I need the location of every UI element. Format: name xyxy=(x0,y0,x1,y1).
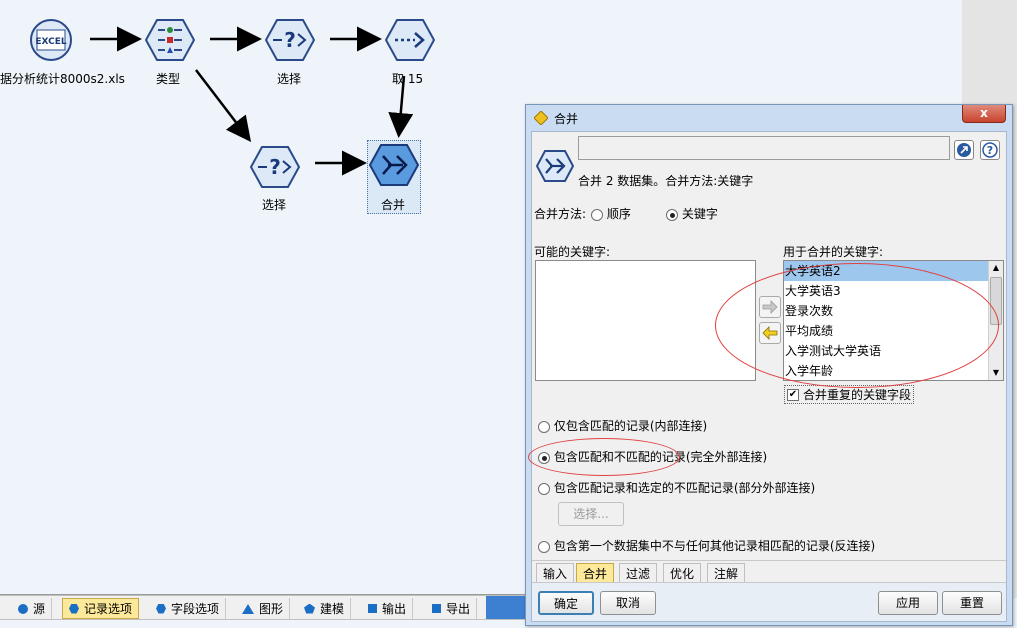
palette-tab-field-ops[interactable]: 字段选项 xyxy=(150,598,227,619)
tab-annotations[interactable]: 注解 xyxy=(707,563,746,583)
type-icon xyxy=(144,19,196,61)
palette-scroll-area xyxy=(486,596,526,619)
scroll-thumb[interactable] xyxy=(990,277,1002,325)
used-keys-label: 用于合并的关键字: xyxy=(783,245,884,259)
dialog-title: 合并 xyxy=(554,111,579,126)
excel-icon: EXCEL xyxy=(30,19,72,61)
select-node-1[interactable]: ? xyxy=(264,18,316,61)
sample-node[interactable] xyxy=(384,18,436,61)
checkbox-checked-icon: ✔ xyxy=(787,388,799,401)
node-palette-bar: 源 记录选项 字段选项 图形 建模 输出 导出 xyxy=(0,595,525,620)
merge-node[interactable] xyxy=(368,143,420,186)
merge-header-icon xyxy=(535,149,575,183)
merge-description: 合并 2 数据集。合并方法:关键字 xyxy=(578,174,754,188)
ok-button[interactable]: 确定 xyxy=(538,591,594,615)
method-order-radio[interactable]: 顺序 xyxy=(591,205,631,222)
arrow-left-icon xyxy=(762,326,778,340)
palette-tab-output[interactable]: 输出 xyxy=(362,598,414,619)
tab-filter[interactable]: 过滤 xyxy=(619,563,658,583)
palette-tab-export[interactable]: 导出 xyxy=(426,598,478,619)
close-button[interactable]: x xyxy=(962,105,1006,123)
node-name-input[interactable] xyxy=(578,136,950,160)
hexagon-icon xyxy=(69,603,79,614)
merge-dialog: 合并 x ? 合并 2 数据集。合并方法:关键字 合并方法: 顺序 关键字 可能… xyxy=(525,104,1013,626)
list-item[interactable]: 登录次数 xyxy=(784,301,1003,321)
excel-node-label: 据分析统计8000s2.xls xyxy=(0,72,125,86)
svg-text:?: ? xyxy=(987,144,993,157)
used-keys-list[interactable]: 大学英语2 大学英语3 登录次数 平均成绩 入学测试大学英语 入学年龄 ▲ ▼ xyxy=(783,260,1004,381)
help-icon: ? xyxy=(982,142,998,158)
select-icon: ? xyxy=(264,19,316,61)
sample-node-label: 取 15 xyxy=(392,72,424,86)
remove-key-button[interactable] xyxy=(759,322,781,344)
scroll-up-icon[interactable]: ▲ xyxy=(989,261,1003,275)
method-keys-radio[interactable]: 关键字 xyxy=(666,205,718,222)
list-item[interactable]: 入学测试大学英语 xyxy=(784,341,1003,361)
possible-keys-label: 可能的关键字: xyxy=(534,245,611,259)
tab-inputs[interactable]: 输入 xyxy=(536,563,575,583)
list-item[interactable]: 入学年龄 xyxy=(784,361,1003,380)
palette-tab-graphs[interactable]: 图形 xyxy=(236,598,291,619)
combine-duplicates-checkbox[interactable]: ✔ 合并重复的关键字段 xyxy=(784,385,915,404)
pentagon-icon xyxy=(304,603,315,614)
partial-outer-join-radio[interactable]: 包含匹配记录和选定的不匹配记录(部分外部连接) xyxy=(538,479,815,496)
help-button[interactable]: ? xyxy=(980,140,1000,160)
merge-icon xyxy=(368,144,420,186)
tab-merge[interactable]: 合并 xyxy=(576,563,615,583)
select-icon: ? xyxy=(249,146,301,188)
link-type-select2 xyxy=(195,69,252,142)
apply-button[interactable]: 应用 xyxy=(878,591,938,615)
dialog-body: ? 合并 2 数据集。合并方法:关键字 合并方法: 顺序 关键字 可能的关键字:… xyxy=(528,131,1008,622)
svg-text:?: ? xyxy=(269,155,281,179)
full-outer-join-radio[interactable]: 包含匹配和不匹配的记录(完全外部连接) xyxy=(538,448,767,465)
arrow-circle-icon xyxy=(957,143,971,157)
select-records-button[interactable]: 选择... xyxy=(558,502,624,526)
reset-button[interactable]: 重置 xyxy=(942,591,1002,615)
merge-node-label: 合并 xyxy=(381,198,406,212)
possible-keys-list[interactable] xyxy=(535,260,756,381)
arrow-right-icon xyxy=(762,300,778,314)
list-item[interactable]: 平均成绩 xyxy=(784,321,1003,341)
square-icon xyxy=(432,604,441,613)
annotate-button[interactable] xyxy=(954,140,974,160)
select-node-2[interactable]: ? xyxy=(249,145,301,188)
palette-tab-record-ops[interactable]: 记录选项 xyxy=(62,598,140,619)
cancel-button[interactable]: 取消 xyxy=(600,591,656,615)
dialog-tabbar: 输入 合并 过滤 优化 注解 xyxy=(532,560,1008,583)
type-node[interactable] xyxy=(144,18,196,61)
square-icon xyxy=(368,604,377,613)
merge-method-label: 合并方法: xyxy=(534,207,587,221)
palette-tab-modeling[interactable]: 建模 xyxy=(298,598,352,619)
tab-optimize[interactable]: 优化 xyxy=(663,563,702,583)
svg-text:?: ? xyxy=(284,28,296,52)
triangle-icon xyxy=(242,603,254,614)
select-node-1-label: 选择 xyxy=(277,72,302,86)
diamond-icon xyxy=(534,111,548,125)
palette-tab-sources[interactable]: 源 xyxy=(12,598,53,619)
type-node-label: 类型 xyxy=(156,72,181,86)
used-keys-scrollbar[interactable]: ▲ ▼ xyxy=(988,261,1003,380)
list-item[interactable]: 大学英语2 xyxy=(784,261,1003,281)
add-key-button[interactable] xyxy=(759,296,781,318)
excel-icon-text: EXCEL xyxy=(35,37,67,47)
dialog-titlebar[interactable]: 合并 xyxy=(526,105,1012,131)
sample-icon xyxy=(384,19,436,61)
select-node-2-label: 选择 xyxy=(262,198,287,212)
list-item[interactable]: 大学英语3 xyxy=(784,281,1003,301)
anti-join-radio[interactable]: 包含第一个数据集中不与任何其他记录相匹配的记录(反连接) xyxy=(538,537,875,554)
hexagon-icon xyxy=(156,603,166,614)
circle-icon xyxy=(18,603,28,614)
scroll-down-icon[interactable]: ▼ xyxy=(989,366,1003,380)
excel-source-node[interactable]: EXCEL xyxy=(26,18,76,61)
inner-join-radio[interactable]: 仅包含匹配的记录(内部连接) xyxy=(538,417,707,434)
dialog-footer: 确定 取消 应用 重置 xyxy=(532,582,1006,621)
